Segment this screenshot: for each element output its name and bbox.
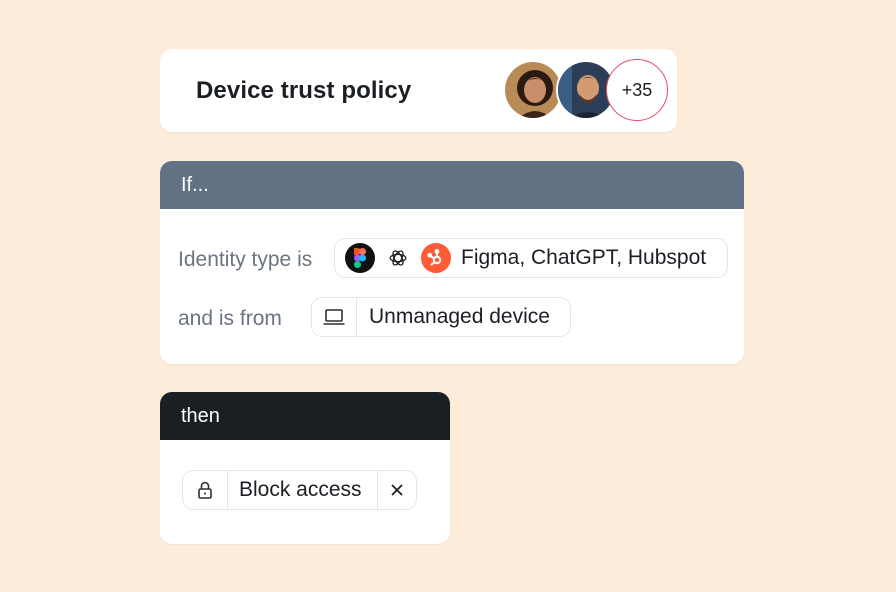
hubspot-icon [421,243,451,273]
if-header: If... [160,161,744,209]
avatar-woman[interactable] [503,60,563,120]
close-icon[interactable] [377,471,416,509]
laptop-icon [312,298,357,336]
policy-header-card: Device trust policy +35 [160,49,677,132]
device-source-value: Unmanaged device [369,305,550,328]
chatgpt-icon [383,243,413,273]
device-source-label: and is from [178,307,282,330]
if-condition-card: If... Identity type is Figma, ChatGPT, H… [160,161,744,364]
identity-type-label: Identity type is [178,248,313,271]
device-source-chip[interactable]: Unmanaged device [311,297,571,337]
policy-title: Device trust policy [196,77,412,104]
then-action-card: then Block access [160,392,450,544]
then-header: then [160,392,450,440]
lock-icon [183,471,228,509]
action-value: Block access [239,478,362,501]
more-members-count[interactable]: +35 [606,59,668,121]
figma-icon [345,243,375,273]
identity-type-value: Figma, ChatGPT, Hubspot [461,246,707,269]
identity-type-chip[interactable]: Figma, ChatGPT, Hubspot [334,238,728,278]
action-chip[interactable]: Block access [182,470,417,510]
